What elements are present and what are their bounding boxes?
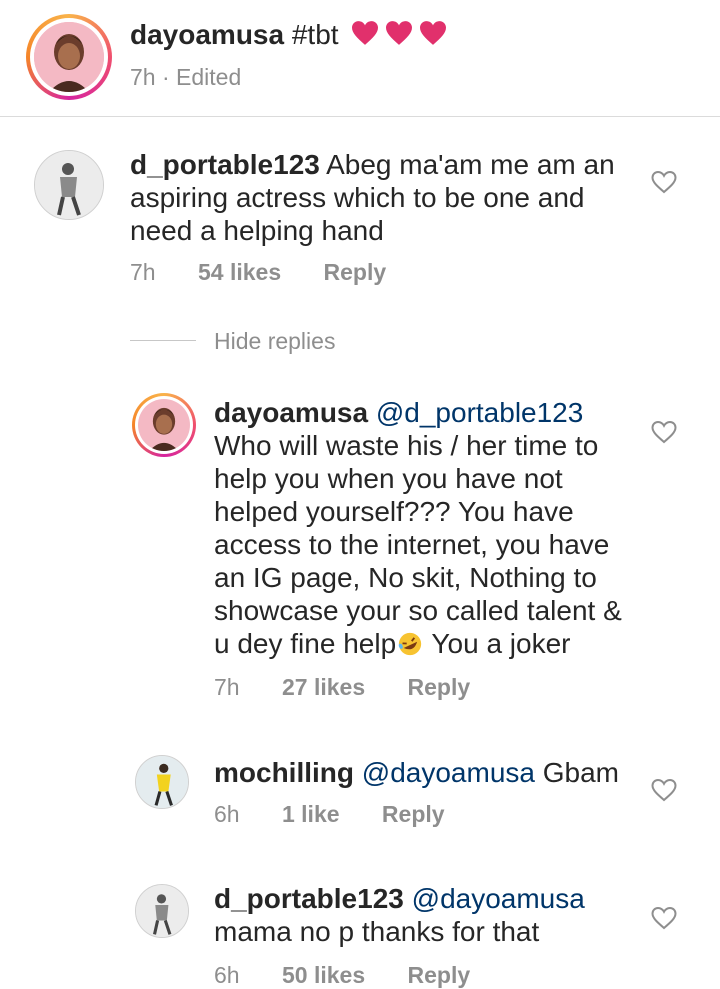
- avatar-portrait-icon: [34, 22, 104, 92]
- reply-time: 7h: [214, 674, 240, 700]
- reply-time: 6h: [214, 801, 240, 827]
- reply-button[interactable]: Reply: [324, 259, 387, 285]
- like-heart-icon[interactable]: [651, 420, 677, 444]
- reply-body: d_portable123 @dayoamusa mama no p thank…: [214, 882, 624, 948]
- comment-username[interactable]: d_portable123: [130, 149, 320, 180]
- reply-button[interactable]: Reply: [382, 801, 445, 827]
- replies-divider-line: [130, 340, 196, 341]
- likes-count[interactable]: 54 likes: [198, 259, 281, 285]
- reply-mention[interactable]: @dayoamusa: [362, 757, 535, 788]
- likes-count[interactable]: 27 likes: [282, 674, 365, 700]
- pink-heart-icon: [386, 21, 413, 45]
- avatar-portrait-icon: [138, 399, 190, 451]
- reply-meta: 6h 50 likes Reply: [214, 962, 470, 989]
- reply-mention[interactable]: @dayoamusa: [412, 883, 585, 914]
- reply-text: mama no p thanks for that: [214, 916, 540, 947]
- comment-meta: 7h 54 likes Reply: [130, 259, 386, 286]
- post-caption: #tbt: [291, 19, 339, 50]
- hide-replies-button[interactable]: Hide replies: [214, 328, 335, 355]
- comment-body: d_portable123 Abeg ma'am me am an aspiri…: [130, 148, 625, 247]
- reply-username[interactable]: d_portable123: [214, 883, 404, 914]
- reply-meta: 7h 27 likes Reply: [214, 674, 470, 701]
- likes-count[interactable]: 50 likes: [282, 962, 365, 988]
- reply-meta: 6h 1 like Reply: [214, 801, 445, 828]
- reply-username[interactable]: dayoamusa: [214, 397, 368, 428]
- rolling-laughing-emoji-icon: [398, 632, 422, 656]
- reply-mention[interactable]: @d_portable123: [376, 397, 583, 428]
- likes-count[interactable]: 1 like: [282, 801, 340, 827]
- post-meta: 7h · Edited: [130, 64, 241, 91]
- reply-text: Who will waste his / her time to help yo…: [214, 430, 622, 659]
- like-heart-icon[interactable]: [651, 170, 677, 194]
- header-divider: [0, 116, 720, 117]
- like-heart-icon[interactable]: [651, 906, 677, 930]
- avatar[interactable]: [34, 150, 104, 220]
- reply-button[interactable]: Reply: [408, 962, 471, 988]
- avatar[interactable]: [135, 755, 189, 809]
- pink-heart-icon: [420, 21, 447, 45]
- reply-time: 6h: [214, 962, 240, 988]
- reply-body: dayoamusa @d_portable123 Who will waste …: [214, 396, 624, 660]
- comment-time: 7h: [130, 259, 156, 285]
- post-time: 7h: [130, 64, 156, 90]
- avatar[interactable]: [34, 22, 104, 92]
- post-caption-line: dayoamusa #tbt: [130, 18, 448, 51]
- avatar[interactable]: [135, 884, 189, 938]
- reply-username[interactable]: mochilling: [214, 757, 354, 788]
- reply-text: Gbam: [542, 757, 619, 788]
- like-heart-icon[interactable]: [651, 778, 677, 802]
- reply-button[interactable]: Reply: [408, 674, 471, 700]
- reply-body: mochilling @dayoamusa Gbam: [214, 756, 624, 789]
- avatar-person-icon: [136, 756, 188, 808]
- avatar-person-icon: [136, 885, 188, 937]
- post-edited-label: Edited: [176, 64, 242, 90]
- avatar[interactable]: [138, 399, 190, 451]
- post-username[interactable]: dayoamusa: [130, 19, 284, 50]
- reply-text-after-emoji: You a joker: [424, 628, 571, 659]
- pink-heart-icon: [352, 21, 379, 45]
- meta-separator: ·: [161, 64, 170, 90]
- avatar-person-icon: [35, 151, 103, 219]
